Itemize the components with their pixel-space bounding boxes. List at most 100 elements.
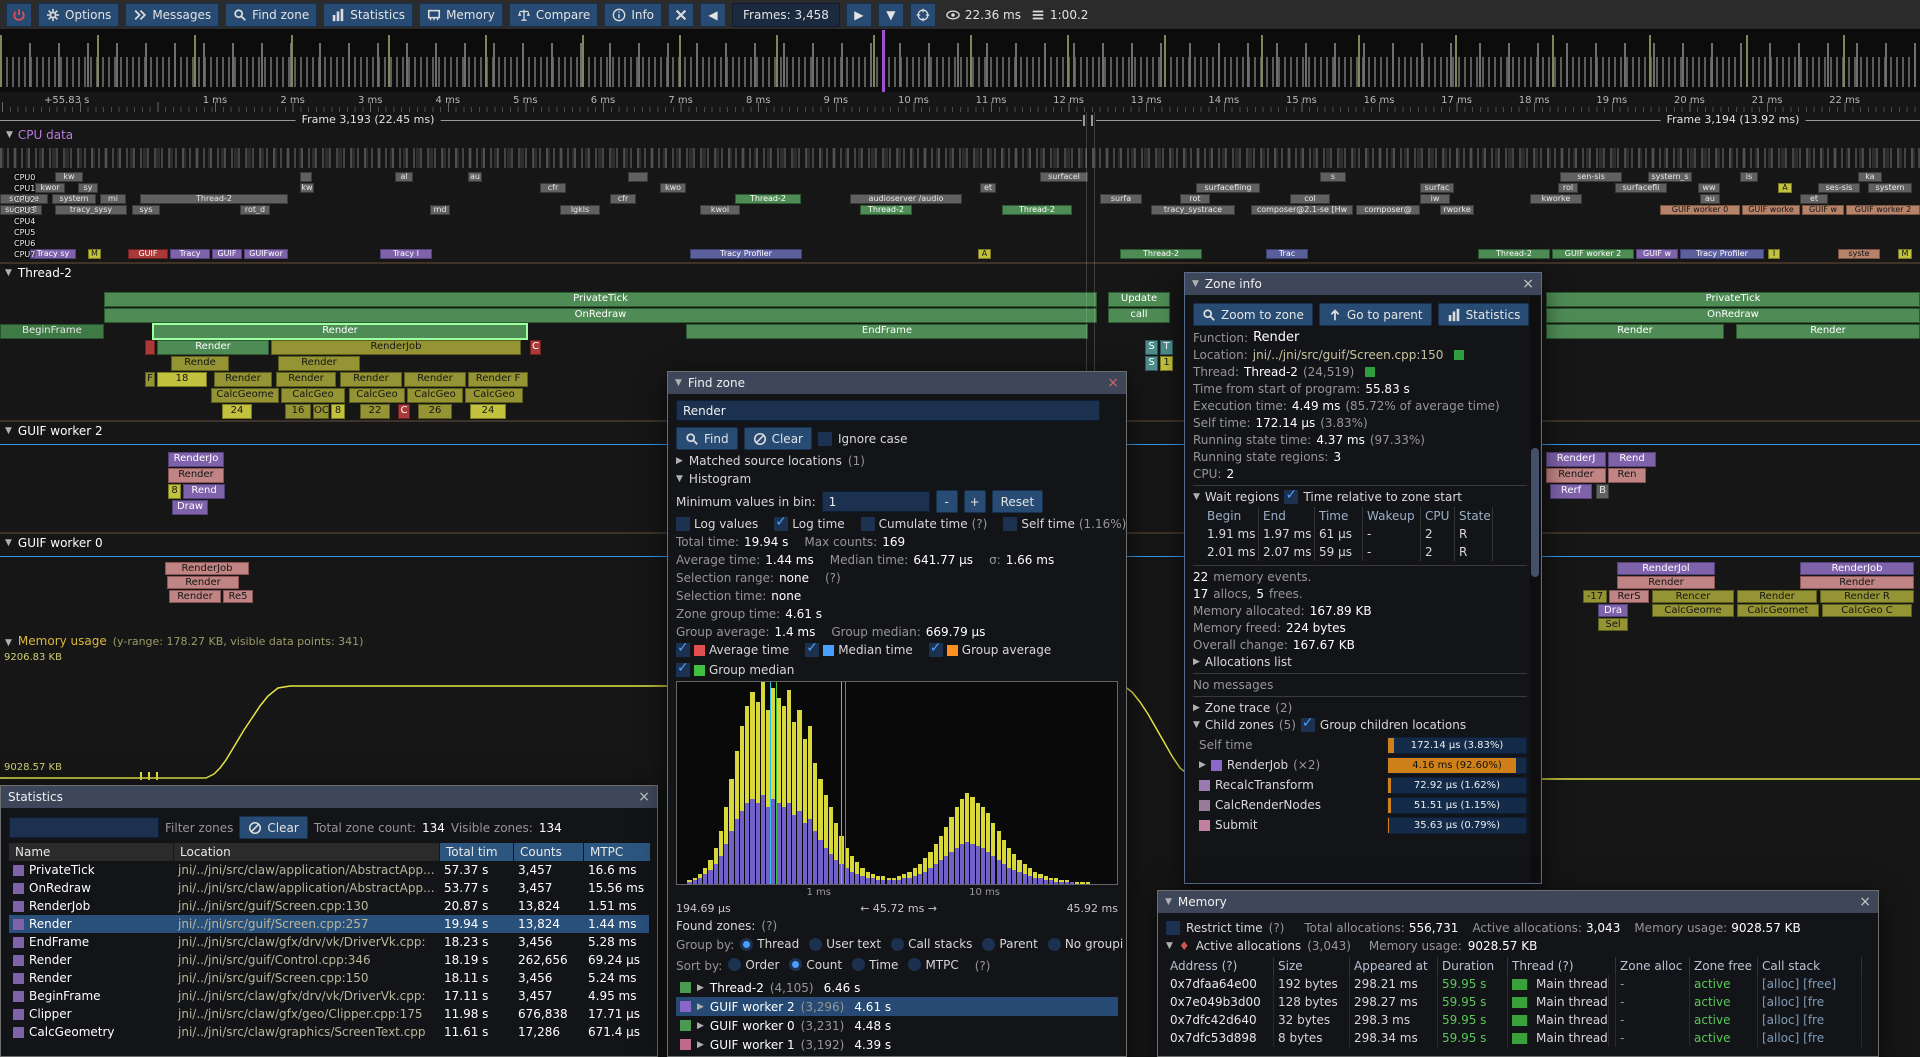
child-zones-header[interactable]: ▼ Child zones (5) Group children locatio…: [1193, 718, 1527, 732]
cpu-zone[interactable]: Tracy: [170, 249, 210, 259]
cpu-zone[interactable]: col: [1290, 194, 1330, 204]
scrollbar-thumb[interactable]: [1531, 448, 1539, 577]
cpu-zone[interactable]: tracy_systrace: [1151, 205, 1235, 215]
child-zone-row[interactable]: RecalcTransform72.92 μs (1.62%): [1193, 775, 1527, 795]
checkbox-self-time[interactable]: Self time(1.16%): [1003, 517, 1126, 531]
timeline-zone[interactable]: Re5: [223, 590, 253, 603]
alloc-header-appeared-at[interactable]: Appeared at: [1350, 957, 1438, 975]
matched-source-locations[interactable]: ▶ Matched source locations (1): [676, 454, 1118, 468]
stats-header-total-tim[interactable]: Total tim: [440, 843, 514, 861]
toolbar-button-messages[interactable]: Messages: [125, 3, 219, 27]
timeline-zone[interactable]: 24: [222, 404, 252, 419]
cpu-zone[interactable]: GUIF worker 2: [1846, 205, 1920, 215]
histogram-plot[interactable]: [676, 681, 1118, 885]
stats-header-mtpc[interactable]: MTPC: [584, 843, 651, 861]
clear-filter-button[interactable]: Clear: [239, 816, 307, 839]
cpu-data-header[interactable]: ▼CPU data: [6, 128, 73, 142]
timeline-zone[interactable]: BeginFrame: [0, 324, 104, 339]
allocations-list-header[interactable]: ▶ Allocations list: [1193, 655, 1527, 669]
timeline-zone[interactable]: B: [1596, 484, 1609, 499]
alloc-header-zone-alloc[interactable]: Zone alloc: [1616, 957, 1690, 975]
timeline-zone[interactable]: C: [530, 340, 541, 355]
timeline-zone[interactable]: Draw: [172, 500, 208, 515]
timeline-zone[interactable]: Rerf: [1550, 484, 1592, 499]
timeline-zone[interactable]: Render: [167, 576, 239, 589]
cpu-zone[interactable]: GUIF w: [1802, 205, 1844, 215]
cpu-zone[interactable]: Tracy sy: [30, 249, 76, 259]
cpu-zone[interactable]: [300, 172, 312, 182]
collapse-icon[interactable]: ▼: [675, 378, 682, 388]
thread-header-guif-worker-2[interactable]: ▼GUIF worker 2: [5, 424, 103, 438]
timeline-zone[interactable]: Render: [168, 468, 224, 483]
toolbar-button-statistics[interactable]: Statistics: [323, 3, 413, 27]
cpu-zone[interactable]: kwor: [35, 183, 65, 193]
allocation-row[interactable]: 0x7e049b3d00128 bytes298.27 ms59.95 sMai…: [1166, 993, 1870, 1011]
cpu-zone[interactable]: GUIFwor: [244, 249, 288, 259]
found-zone-group[interactable]: ▶Thread-2(4,105)6.46 s: [676, 978, 1118, 997]
cpu-zone[interactable]: et: [980, 183, 996, 193]
timeline-zone[interactable]: Rend: [1608, 452, 1656, 467]
timeline-zone[interactable]: RenderJob: [1800, 562, 1914, 575]
cpu-zone[interactable]: system: [52, 194, 96, 204]
scrollbar[interactable]: [1530, 296, 1540, 882]
alloc-call-stack[interactable]: [alloc] [free]: [1758, 975, 1862, 993]
collapse-icon[interactable]: ▼: [1192, 279, 1199, 289]
alloc-header-duration[interactable]: Duration: [1438, 957, 1508, 975]
timeline-zone[interactable]: Render: [340, 372, 402, 387]
zone-info-button-zoom-to-zone[interactable]: Zoom to zone: [1193, 303, 1313, 326]
timeline-zone[interactable]: RenderJob: [271, 340, 521, 355]
alloc-call-stack[interactable]: [alloc] [fre: [1758, 993, 1862, 1011]
cpu-zone[interactable]: surfacel: [1040, 172, 1088, 182]
cpu-zone[interactable]: [628, 172, 648, 182]
child-zone-row[interactable]: Submit35.63 μs (0.79%): [1193, 815, 1527, 835]
found-zone-group[interactable]: ▶GUIF worker 2(3,296)4.61 s: [676, 997, 1118, 1016]
timeline-zone[interactable]: Rencer: [1652, 590, 1734, 603]
cpu-zone[interactable]: system_s: [1648, 172, 1692, 182]
group-by-call-stacks[interactable]: Call stacks: [891, 937, 972, 951]
goto-frame-button[interactable]: [910, 3, 936, 27]
restrict-time-checkbox[interactable]: [1166, 921, 1180, 935]
cpu-zone[interactable]: surfa: [1100, 194, 1142, 204]
cpu-zone[interactable]: ww: [1698, 183, 1720, 193]
stats-table-row[interactable]: Renderjni/../jni/src/guif/Control.cpp:34…: [9, 951, 649, 969]
cpu-zone[interactable]: audioserver /audio: [850, 194, 962, 204]
cpu-zone[interactable]: au: [1700, 194, 1720, 204]
timeline-zone[interactable]: OnRedraw: [1546, 308, 1920, 323]
timeline-zone[interactable]: RenderJol: [1617, 562, 1715, 575]
cpu-zone[interactable]: mi: [100, 194, 126, 204]
increment-button[interactable]: +: [964, 490, 986, 513]
timeline-zone[interactable]: CalcGeome: [211, 388, 279, 403]
timeline-zone[interactable]: Render: [1737, 590, 1817, 603]
timeline-zone[interactable]: 8: [168, 484, 181, 499]
cpu-zone[interactable]: s: [1320, 172, 1346, 182]
stats-table-row[interactable]: EndFramejni/../jni/src/claw/gfx/drv/vk/D…: [9, 933, 649, 951]
timeline-zone[interactable]: 8: [331, 404, 345, 419]
timeline-zone[interactable]: F: [145, 372, 155, 387]
find-zone-titlebar[interactable]: ▼ Find zone ×: [668, 372, 1126, 394]
cpu-zone[interactable]: Thread-2: [735, 194, 801, 204]
timeline-zone[interactable]: 22: [360, 404, 390, 419]
cpu-zone[interactable]: kw: [55, 172, 83, 182]
close-icon[interactable]: ×: [1107, 376, 1119, 390]
timeline-zone[interactable]: 26: [418, 404, 452, 419]
timeline-zone[interactable]: CalcGeo: [281, 388, 345, 403]
timeline-zone[interactable]: S: [1145, 356, 1158, 371]
sort-by-order[interactable]: Order: [728, 958, 779, 972]
cpu-zone[interactable]: M: [88, 249, 101, 259]
memory-titlebar[interactable]: ▼ Memory ×: [1158, 891, 1878, 913]
legend-toggle-median-time[interactable]: Median time: [805, 643, 913, 657]
cpu-zone[interactable]: GUIF: [128, 249, 168, 259]
allocation-row[interactable]: 0x7dfc42d64032 bytes298.3 ms59.95 sMain …: [1166, 1011, 1870, 1029]
cpu-zone[interactable]: rol: [1558, 183, 1578, 193]
statistics-titlebar[interactable]: Statistics ×: [1, 786, 657, 808]
wait-regions-header[interactable]: ▼ Wait regions Time relative to zone sta…: [1193, 490, 1527, 504]
allocation-row[interactable]: 0x7dfc53d8988 bytes298.34 ms59.95 sMain …: [1166, 1029, 1870, 1047]
timeline-zone[interactable]: 1: [1160, 356, 1173, 371]
found-zone-group[interactable]: ▶GUIF worker 0(3,231)4.48 s: [676, 1016, 1118, 1035]
cpu-zone[interactable]: lgkls: [560, 205, 600, 215]
cpu-zone[interactable]: Trac: [1266, 249, 1308, 259]
legend-toggle-group-average[interactable]: Group average: [929, 643, 1051, 657]
cpu-zone[interactable]: rworke: [1440, 205, 1474, 215]
memory-usage-header[interactable]: ▼ Memory usage (y-range: 178.27 KB, visi…: [5, 634, 363, 648]
zone-trace-header[interactable]: ▶ Zone trace (2): [1193, 701, 1527, 715]
